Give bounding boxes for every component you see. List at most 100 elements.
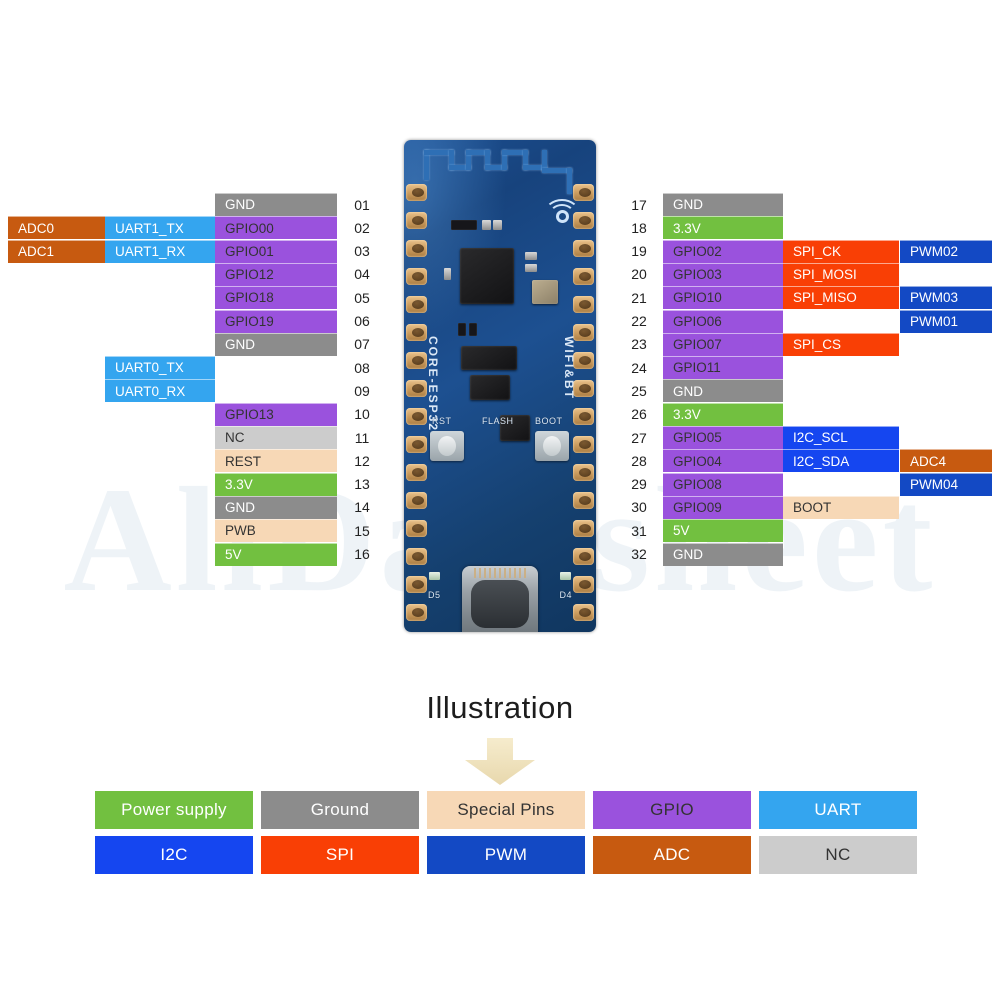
pin-alt-adc1: ADC1 — [8, 239, 105, 263]
pin-alt-pwm03: PWM03 — [900, 286, 992, 310]
legend: Power supply Ground Special Pins GPIO UART I2… — [95, 791, 917, 881]
smd-component — [493, 220, 502, 230]
power-ic — [461, 346, 517, 370]
pin-label-gpio10: GPIO10 — [663, 286, 783, 310]
legend-item-i2c: I2C — [95, 836, 253, 874]
pin-number: 24 — [631, 359, 647, 376]
pin-label-3.3v: 3.3V — [663, 216, 783, 240]
smd-component — [444, 268, 451, 280]
pin-number: 11 — [354, 429, 370, 446]
pin-number: 01 — [354, 196, 370, 213]
pin-label-gnd: GND — [215, 332, 337, 356]
pin-number: 20 — [631, 266, 647, 283]
regulator-chip — [470, 375, 510, 400]
pin-label-gpio07: GPIO07 — [663, 332, 783, 356]
pinout-diagram: AllDatasheet — [0, 0, 1000, 1000]
pin-number: 04 — [354, 266, 370, 283]
pin-alt-i2c_sda: I2C_SDA — [783, 449, 899, 473]
pin-alt-pwm01: PWM01 — [900, 309, 992, 333]
legend-item-spi: SPI — [261, 836, 419, 874]
smd-component — [458, 323, 466, 336]
smd-component — [525, 252, 537, 260]
led-d5 — [429, 572, 440, 580]
pin-label-gpio11: GPIO11 — [663, 356, 783, 380]
led-d5-label: D5 — [428, 590, 441, 600]
crystal-oscillator — [532, 280, 558, 304]
legend-row: Power supply Ground Special Pins GPIO UART — [95, 791, 917, 829]
led-d4-label: D4 — [559, 590, 572, 600]
pin-number: 26 — [631, 406, 647, 423]
pin-label-5v: 5V — [215, 542, 337, 566]
page-title: Illustration — [426, 690, 574, 725]
pin-label-gpio12: GPIO12 — [215, 262, 337, 286]
pin-alt-pwm02: PWM02 — [900, 239, 992, 263]
pin-label-gpio18: GPIO18 — [215, 286, 337, 310]
pin-number: 10 — [354, 406, 370, 423]
boot-button — [535, 431, 569, 461]
boot-button-label: BOOT — [535, 416, 563, 426]
pin-number: 07 — [354, 336, 370, 353]
pin-number: 25 — [631, 382, 647, 399]
usb-c-connector — [462, 566, 538, 632]
pin-alt-uart0_tx: UART0_TX — [105, 356, 215, 380]
pin-label-pwb: PWB — [215, 519, 337, 543]
smd-component — [482, 220, 491, 230]
pin-label-gpio03: GPIO03 — [663, 262, 783, 286]
legend-item-nc: NC — [759, 836, 917, 874]
pin-alt-uart1_tx: UART1_TX — [105, 216, 215, 240]
pin-number: 27 — [631, 429, 647, 446]
legend-item-gpio: GPIO — [593, 791, 751, 829]
pin-number: 15 — [354, 522, 370, 539]
esp32-soc-chip — [460, 248, 514, 304]
pin-number: 18 — [631, 219, 647, 236]
smd-component — [469, 323, 477, 336]
pin-label-3.3v: 3.3V — [663, 402, 783, 426]
led-d4 — [560, 572, 571, 580]
pin-number: 21 — [631, 289, 647, 306]
pin-label-gpio19: GPIO19 — [215, 309, 337, 333]
flash-button-label: FLASH — [482, 416, 514, 426]
legend-item-special-pins: Special Pins — [427, 791, 585, 829]
pin-alt-spi_miso: SPI_MISO — [783, 286, 899, 310]
down-arrow-icon — [465, 738, 535, 785]
pin-number: 16 — [354, 546, 370, 562]
pin-number: 12 — [354, 452, 370, 469]
rst-button — [430, 431, 464, 461]
smd-component — [451, 220, 477, 230]
pin-label-gnd: GND — [663, 379, 783, 403]
pin-number: 29 — [631, 476, 647, 493]
smd-component — [525, 264, 537, 272]
pin-number: 22 — [631, 313, 647, 329]
pin-label-gnd: GND — [663, 542, 783, 566]
pin-alt-spi_ck: SPI_CK — [783, 239, 899, 263]
pin-label-gpio02: GPIO02 — [663, 239, 783, 263]
pin-number: 09 — [354, 382, 370, 399]
pin-label-5v: 5V — [663, 519, 783, 543]
pin-number: 08 — [354, 359, 370, 376]
pin-number: 19 — [631, 243, 647, 260]
rst-button-label: RST — [432, 416, 452, 426]
pin-number: 05 — [354, 289, 370, 306]
pin-alt-adc0: ADC0 — [8, 216, 105, 240]
pin-alt-uart1_rx: UART1_RX — [105, 239, 215, 263]
pin-alt-boot: BOOT — [783, 495, 899, 519]
pin-label-gpio05: GPIO05 — [663, 426, 783, 449]
legend-item-ground: Ground — [261, 791, 419, 829]
legend-item-pwm: PWM — [427, 836, 585, 874]
pin-label-gpio04: GPIO04 — [663, 449, 783, 473]
pin-label-gpio00: GPIO00 — [215, 216, 337, 240]
pin-alt-spi_cs: SPI_CS — [783, 332, 899, 356]
pin-alt-uart0_rx: UART0_RX — [105, 379, 215, 403]
pin-number: 03 — [354, 243, 370, 260]
pin-label-rest: REST — [215, 449, 337, 473]
legend-item-power-supply: Power supply — [95, 791, 253, 829]
pin-label-gpio13: GPIO13 — [215, 402, 337, 426]
legend-item-uart: UART — [759, 791, 917, 829]
pin-label-3.3v: 3.3V — [215, 472, 337, 496]
pin-number: 02 — [354, 219, 370, 236]
pin-label-gnd: GND — [663, 193, 783, 216]
board-silk-right: WIFI&BT — [562, 336, 576, 400]
pin-alt-spi_mosi: SPI_MOSI — [783, 262, 899, 286]
usb-pins — [474, 568, 526, 578]
pin-label-gpio09: GPIO09 — [663, 495, 783, 519]
